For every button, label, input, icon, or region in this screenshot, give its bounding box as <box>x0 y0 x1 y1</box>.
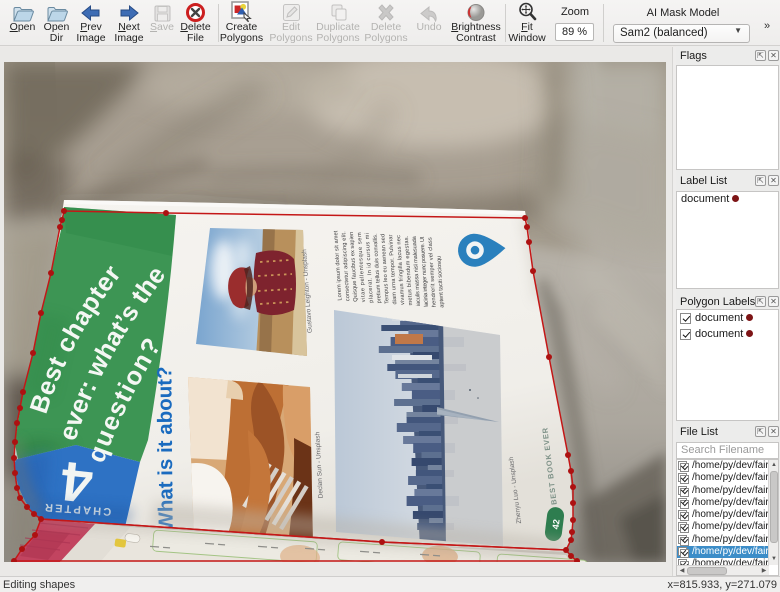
svg-text:42: 42 <box>550 519 561 530</box>
